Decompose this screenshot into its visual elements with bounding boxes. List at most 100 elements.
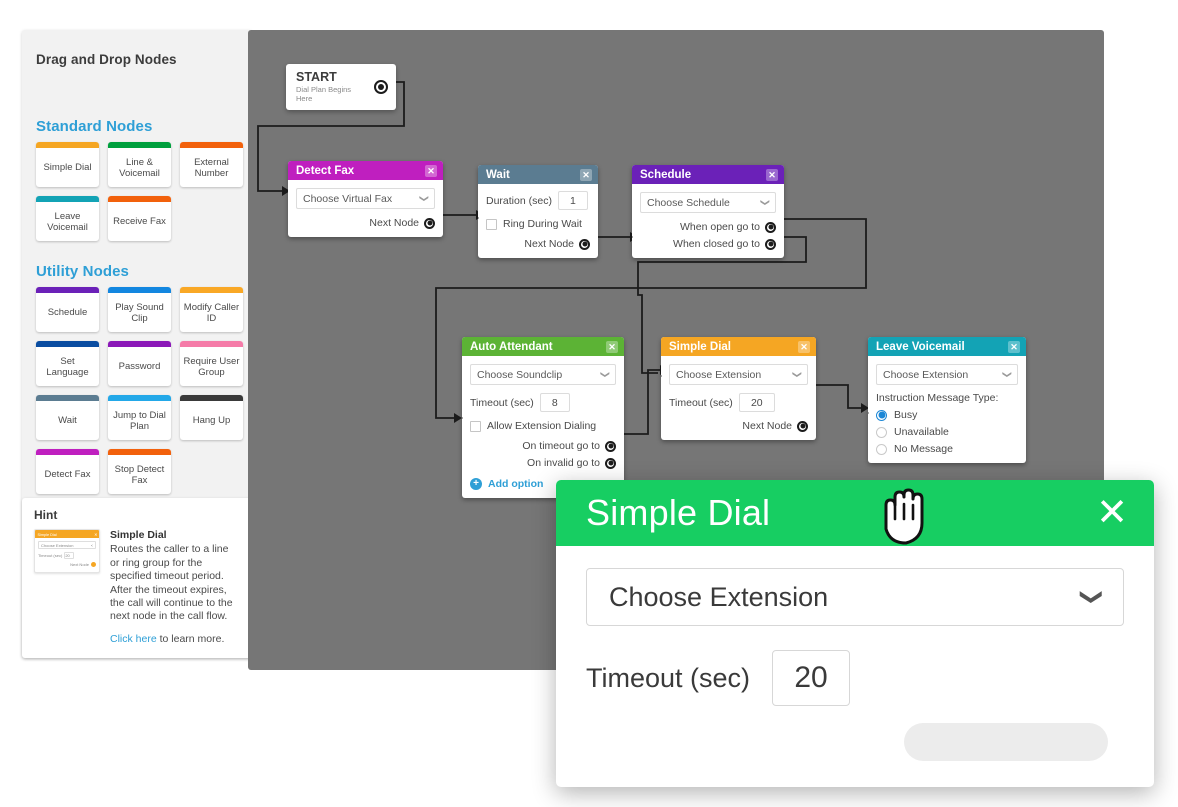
output-port[interactable]	[797, 420, 808, 432]
radio-label: Busy	[894, 409, 918, 421]
modal-body: Choose Extension ❯ Timeout (sec) 20	[556, 546, 1154, 706]
message-type-label: Instruction Message Type:	[876, 392, 999, 404]
node-detect-fax[interactable]: Detect Fax ✕ Choose Virtual Fax ❯ Next N…	[288, 161, 443, 237]
palette-node-label: Stop Detect Fax	[114, 463, 165, 486]
radio-option-unavailable[interactable]: Unavailable	[876, 426, 1018, 438]
modal-primary-button[interactable]	[904, 723, 1108, 761]
schedule-select[interactable]: Choose Schedule ❯	[640, 192, 776, 213]
close-icon[interactable]: ✕	[425, 164, 437, 177]
modal-header[interactable]: Simple Dial ✕	[556, 480, 1154, 546]
palette-node-line-voicemail[interactable]: Line & Voicemail	[108, 142, 171, 187]
timeout-label: Timeout (sec)	[669, 396, 733, 409]
palette-node-schedule[interactable]: Schedule	[36, 287, 99, 332]
section-heading-standard-nodes: Standard Nodes	[36, 118, 153, 135]
palette-node-label: Simple Dial	[43, 162, 92, 173]
when-open-output: When open go to	[640, 221, 776, 233]
radio-icon[interactable]	[876, 443, 887, 455]
node-header[interactable]: Leave Voicemail ✕	[868, 337, 1026, 356]
sidebar-title: Drag and Drop Nodes	[36, 52, 177, 67]
node-schedule[interactable]: Schedule ✕ Choose Schedule ❯ When open g…	[632, 165, 784, 258]
close-icon[interactable]: ✕	[1008, 340, 1020, 353]
standard-nodes-palette: Simple Dial Line & Voicemail External Nu…	[36, 142, 243, 250]
hint-title: Hint	[34, 508, 58, 522]
extension-select[interactable]: Choose Extension ❯	[669, 364, 808, 385]
input-port-arrow	[632, 232, 633, 242]
thumbnail-header-label: Simple Dial	[37, 531, 57, 537]
palette-node-leave-voicemail[interactable]: Leave Voicemail	[36, 196, 99, 241]
start-node[interactable]: START Dial Plan Begins Here	[286, 64, 396, 110]
duration-input[interactable]: 1	[557, 191, 588, 210]
palette-node-label: Jump to Dial Plan	[113, 409, 166, 432]
output-port-closed[interactable]	[765, 238, 776, 250]
extension-select[interactable]: Choose Extension ❯	[876, 364, 1018, 385]
next-node-label: Next Node	[524, 238, 574, 250]
timeout-input[interactable]: 20	[738, 393, 775, 412]
wire-auto-attendant-timeout-to-simple-dial	[620, 369, 660, 435]
node-header[interactable]: Wait ✕	[478, 165, 598, 184]
virtual-fax-select[interactable]: Choose Virtual Fax ❯	[296, 188, 435, 209]
ring-during-wait-checkbox[interactable]	[486, 218, 497, 230]
output-port[interactable]	[579, 238, 590, 250]
palette-node-play-sound-clip[interactable]: Play Sound Clip	[108, 287, 171, 332]
palette-node-label: Detect Fax	[44, 469, 91, 480]
palette-node-wait[interactable]: Wait	[36, 395, 99, 440]
palette-node-stop-detect-fax[interactable]: Stop Detect Fax	[108, 449, 171, 494]
allow-extension-dialing-checkbox[interactable]	[470, 420, 481, 432]
timeout-row: Timeout (sec) 8	[470, 393, 616, 412]
radio-icon[interactable]	[876, 426, 887, 438]
when-closed-output: When closed go to	[640, 238, 776, 250]
output-port-invalid[interactable]	[605, 457, 616, 469]
radio-icon[interactable]	[876, 409, 887, 421]
palette-node-require-user-group[interactable]: Require User Group	[180, 341, 243, 386]
radio-option-no-message[interactable]: No Message	[876, 443, 1018, 455]
input-port-arrow	[661, 371, 662, 381]
output-port-timeout[interactable]	[605, 440, 616, 452]
palette-node-detect-fax[interactable]: Detect Fax	[36, 449, 99, 494]
hint-learn-more-link[interactable]: Click here	[110, 633, 157, 645]
timeout-input[interactable]: 8	[539, 393, 570, 412]
radio-option-busy[interactable]: Busy	[876, 409, 1018, 421]
plus-icon: +	[470, 478, 482, 490]
palette-node-hang-up[interactable]: Hang Up	[180, 395, 243, 440]
close-icon[interactable]: ✕	[1096, 494, 1128, 532]
node-wait[interactable]: Wait ✕ Duration (sec) 1 Ring During Wait…	[478, 165, 598, 258]
next-node-label: Next Node	[369, 217, 419, 229]
node-leave-voicemail[interactable]: Leave Voicemail ✕ Choose Extension ❯ Ins…	[868, 337, 1026, 463]
output-port-open[interactable]	[765, 221, 776, 233]
start-node-output-port[interactable]	[374, 79, 388, 94]
node-header[interactable]: Detect Fax ✕	[288, 161, 443, 180]
close-icon[interactable]: ✕	[606, 340, 618, 353]
simple-dial-modal[interactable]: Simple Dial ✕ Choose Extension ❯ Timeout…	[556, 480, 1154, 787]
thumbnail-select-label: Choose Extension	[41, 542, 74, 548]
node-simple-dial[interactable]: Simple Dial ✕ Choose Extension ❯ Timeout…	[661, 337, 816, 440]
output-port[interactable]	[424, 217, 435, 229]
palette-row: Schedule Play Sound Clip Modify Caller I…	[36, 287, 243, 332]
palette-node-modify-caller-id[interactable]: Modify Caller ID	[180, 287, 243, 332]
palette-node-label: Password	[118, 361, 161, 372]
palette-node-jump-to-dial-plan[interactable]: Jump to Dial Plan	[108, 395, 171, 440]
chevron-down-icon: ❯	[792, 370, 803, 379]
palette-node-receive-fax[interactable]: Receive Fax	[108, 196, 171, 241]
palette-row: Leave Voicemail Receive Fax	[36, 196, 243, 241]
modal-extension-select[interactable]: Choose Extension ❯	[586, 568, 1124, 626]
palette-node-label: Schedule	[47, 307, 88, 318]
palette-node-simple-dial[interactable]: Simple Dial	[36, 142, 99, 187]
palette-node-label: Set Language	[46, 355, 89, 378]
when-closed-label: When closed go to	[673, 238, 760, 250]
node-header[interactable]: Simple Dial ✕	[661, 337, 816, 356]
node-header[interactable]: Schedule ✕	[632, 165, 784, 184]
node-auto-attendant[interactable]: Auto Attendant ✕ Choose Soundclip ❯ Time…	[462, 337, 624, 498]
hint-body: Simple Dial ✕ Choose Extension ˅ Timeout…	[34, 529, 240, 646]
close-icon[interactable]: ✕	[798, 340, 810, 353]
palette-node-set-language[interactable]: Set Language	[36, 341, 99, 386]
soundclip-select[interactable]: Choose Soundclip ❯	[470, 364, 616, 385]
modal-timeout-input[interactable]: 20	[772, 650, 851, 706]
node-header[interactable]: Auto Attendant ✕	[462, 337, 624, 356]
close-icon[interactable]: ✕	[766, 168, 778, 181]
radio-label: Unavailable	[894, 426, 949, 438]
hint-description: Routes the caller to a line or ring grou…	[110, 543, 233, 623]
select-value: Choose Virtual Fax	[303, 192, 393, 205]
palette-node-external-number[interactable]: External Number	[180, 142, 243, 187]
palette-node-password[interactable]: Password	[108, 341, 171, 386]
close-icon[interactable]: ✕	[580, 168, 592, 181]
